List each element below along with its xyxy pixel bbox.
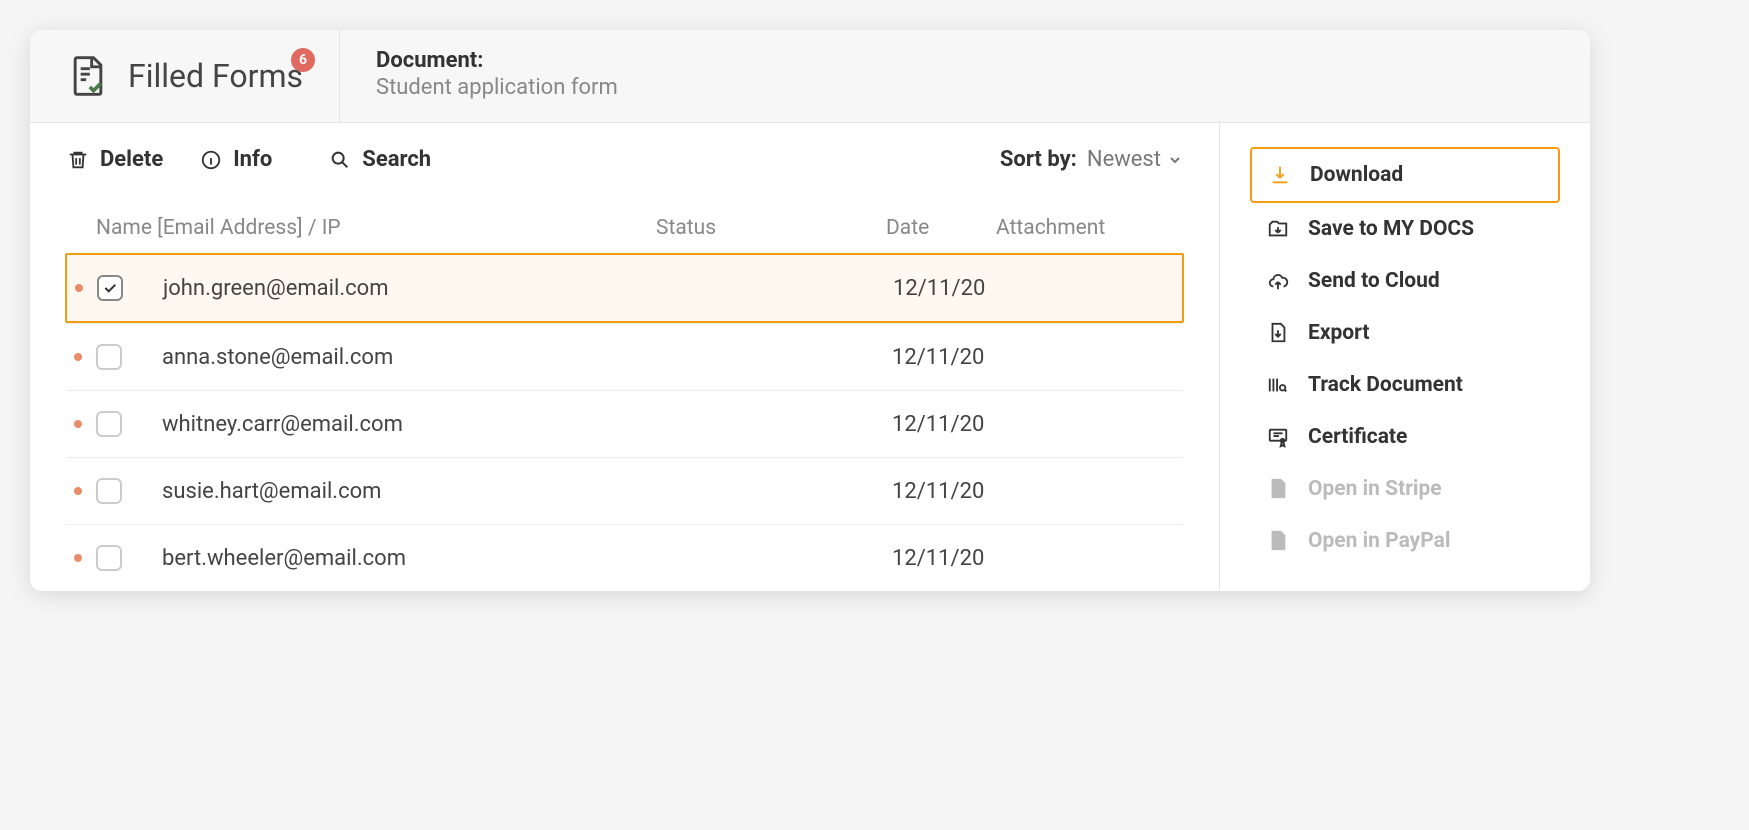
header-left: Filled Forms 6 [30,30,340,122]
cloud-icon [1266,269,1290,293]
paypal-label: Open in PayPal [1308,529,1450,553]
table-row[interactable]: susie.hart@email.com 12/11/20 [66,457,1183,524]
col-status: Status [656,216,886,240]
table-row[interactable]: bert.wheeler@email.com 12/11/20 [66,524,1183,591]
unread-dot [74,420,82,428]
column-headers: Name [Email Address] / IP Status Date At… [66,216,1183,254]
delete-button[interactable]: Delete [66,147,163,172]
download-button[interactable]: Download [1250,147,1560,203]
unread-dot [74,487,82,495]
table-row[interactable]: john.green@email.com 12/11/20 [65,253,1184,323]
toolbar: Delete Info [66,147,1183,172]
row-email: bert.wheeler@email.com [162,546,662,571]
search-button[interactable]: Search [328,147,431,172]
page-title: Filled Forms [128,57,303,95]
row-checkbox[interactable] [96,411,122,437]
search-icon [328,148,352,172]
row-email: susie.hart@email.com [162,479,662,504]
download-icon [1268,163,1292,187]
trash-icon [66,148,90,172]
body: Delete Info [30,123,1590,591]
row-email: john.green@email.com [163,276,663,301]
save-to-mydocs-button[interactable]: Save to MY DOCS [1250,203,1560,255]
col-name: Name [Email Address] / IP [96,216,656,240]
unread-dot [74,353,82,361]
track-document-button[interactable]: Track Document [1250,359,1560,411]
unread-dot [74,554,82,562]
open-in-stripe-button[interactable]: Open in Stripe [1250,463,1560,515]
row-date: 12/11/20 [893,276,1003,301]
row-email: anna.stone@email.com [162,345,662,370]
table-body: john.green@email.com12/11/20anna.stone@e… [66,253,1183,591]
info-label: Info [233,147,272,172]
track-icon [1266,373,1290,397]
row-date: 12/11/20 [892,479,1002,504]
stripe-icon [1266,477,1290,501]
filled-forms-icon [66,54,110,98]
actions-sidebar: Download Save to MY DOCS Send to Cl [1220,123,1590,591]
unread-dot [75,284,83,292]
export-label: Export [1308,321,1369,345]
sort-dropdown[interactable]: Newest [1087,147,1183,172]
info-button[interactable]: Info [199,147,272,172]
main-panel: Delete Info [30,123,1220,591]
certificate-button[interactable]: Certificate [1250,411,1560,463]
table-row[interactable]: whitney.carr@email.com 12/11/20 [66,390,1183,457]
chevron-down-icon [1167,152,1183,168]
table-row[interactable]: anna.stone@email.com 12/11/20 [66,323,1183,390]
sort-label: Sort by: [1000,147,1077,172]
row-checkbox[interactable] [96,478,122,504]
row-date: 12/11/20 [892,412,1002,437]
sort-control: Sort by: Newest [1000,147,1183,172]
row-checkbox[interactable] [97,275,123,301]
header-right: Document: Student application form [340,30,654,122]
col-date: Date [886,216,996,240]
count-badge: 6 [291,48,315,72]
row-date: 12/11/20 [892,345,1002,370]
track-label: Track Document [1308,373,1463,397]
document-label: Document: [376,48,618,73]
row-checkbox[interactable] [96,344,122,370]
search-label: Search [362,147,431,172]
certificate-label: Certificate [1308,425,1407,449]
delete-label: Delete [100,147,163,172]
col-attachment: Attachment [996,216,1183,240]
save-icon [1266,217,1290,241]
download-label: Download [1310,163,1403,187]
sort-value-text: Newest [1087,147,1161,172]
open-in-paypal-button[interactable]: Open in PayPal [1250,515,1560,567]
document-name: Student application form [376,75,618,100]
paypal-icon [1266,529,1290,553]
row-email: whitney.carr@email.com [162,412,662,437]
stripe-label: Open in Stripe [1308,477,1442,501]
info-icon [199,148,223,172]
row-date: 12/11/20 [892,546,1002,571]
header: Filled Forms 6 Document: Student applica… [30,30,1590,123]
save-label: Save to MY DOCS [1308,217,1474,241]
certificate-icon [1266,425,1290,449]
export-icon [1266,321,1290,345]
export-button[interactable]: Export [1250,307,1560,359]
cloud-label: Send to Cloud [1308,269,1440,293]
row-checkbox[interactable] [96,545,122,571]
app-window: Filled Forms 6 Document: Student applica… [30,30,1590,591]
send-to-cloud-button[interactable]: Send to Cloud [1250,255,1560,307]
